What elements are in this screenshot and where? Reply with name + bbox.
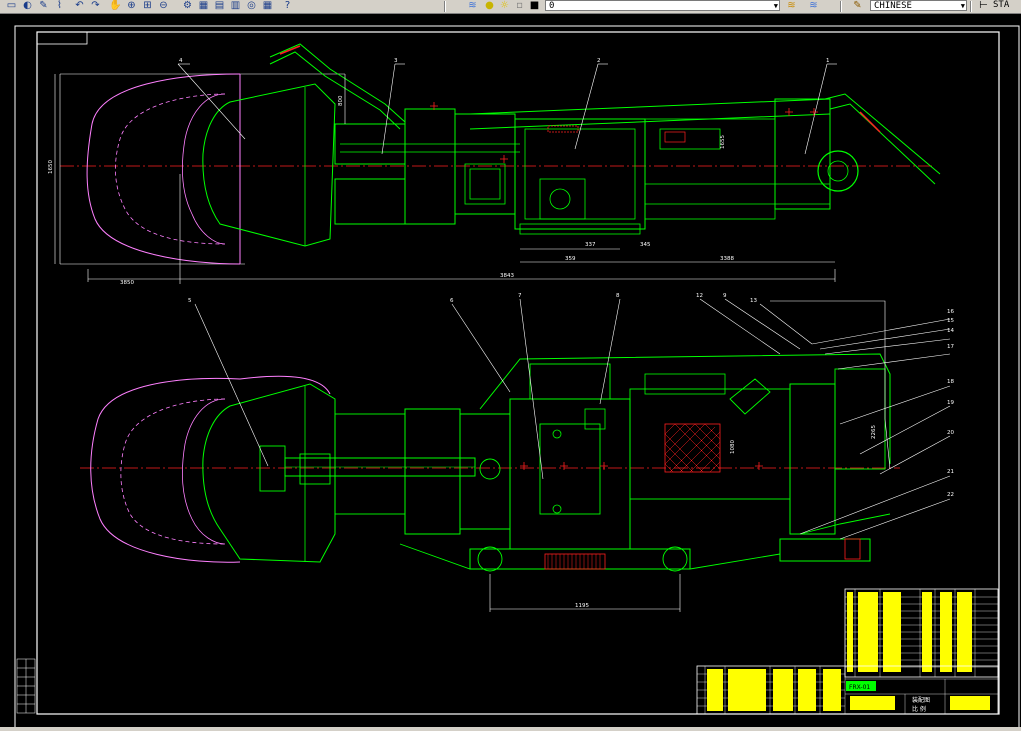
dim-style-icon[interactable]: ⊢ [976, 0, 991, 12]
part-number: 3 [394, 58, 398, 64]
label-ratio: 比 例 [912, 705, 926, 713]
part-number: 7 [518, 293, 522, 299]
dimension-text: 1080 [730, 440, 736, 454]
zoom-previous-icon[interactable]: ⊖ [156, 0, 171, 12]
layer-dropdown[interactable]: 0 ▼ [545, 0, 780, 11]
part-number: 14 [947, 328, 954, 334]
pan-icon[interactable]: ✋ [108, 0, 123, 12]
dimension-text: 337 [585, 242, 596, 248]
toolbar-separator [970, 1, 972, 12]
text-style-value: CHINESE [874, 1, 912, 11]
sheet-set-icon[interactable]: ▥ [228, 0, 243, 12]
part-number: 16 [947, 309, 954, 315]
dim-style-value[interactable]: STA [993, 0, 1009, 11]
markup-icon[interactable]: ◎ [244, 0, 259, 12]
dimension-text: 3843 [500, 273, 514, 279]
chevron-down-icon: ▼ [960, 2, 965, 10]
dimension-text: 800 [338, 95, 344, 106]
part-number: 1 [826, 58, 830, 64]
zoom-window-icon[interactable]: ⊞ [140, 0, 155, 12]
calculator-icon[interactable]: ▦ [260, 0, 275, 12]
part-number: 22 [947, 492, 954, 498]
properties-icon[interactable]: ⚙ [180, 0, 195, 12]
lock-icon[interactable]: ▫ [512, 0, 527, 12]
part-number: 12 [696, 293, 703, 299]
part-number: 13 [750, 298, 757, 304]
new-icon[interactable]: ▭ [4, 0, 19, 12]
layers-icon[interactable]: ≋ [465, 0, 480, 12]
pencil-icon[interactable]: ✎ [36, 0, 51, 12]
part-number: 18 [947, 379, 954, 385]
layer-states-icon[interactable]: ≋ [806, 0, 821, 12]
open-icon[interactable]: ◐ [20, 0, 35, 12]
status-strip [0, 727, 1021, 731]
color-icon[interactable]: ■ [527, 0, 542, 12]
part-number: 19 [947, 400, 954, 406]
part-number: 20 [947, 430, 954, 436]
drawing-code: FRX-01 [849, 684, 870, 691]
chevron-down-icon: ▼ [773, 2, 778, 10]
part-number: 17 [947, 344, 954, 350]
part-number: 4 [179, 58, 183, 64]
layer-previous-icon[interactable]: ≋ [784, 0, 799, 12]
tool-palette-icon[interactable]: ▤ [212, 0, 227, 12]
dimension-text: 1655 [720, 135, 726, 149]
dimension-text: 1650 [48, 160, 54, 174]
help-icon[interactable]: ? [280, 0, 295, 12]
text-style-icon[interactable]: ✎ [850, 0, 865, 12]
undo-icon[interactable]: ↶ [72, 0, 87, 12]
text-style-dropdown[interactable]: CHINESE ▼ [870, 0, 967, 11]
drawing-canvas[interactable]: 4 3 2 1 3850 1650 337 345 359 3388 3843 … [0, 14, 1021, 731]
brush-icon[interactable]: ⌇ [52, 0, 67, 12]
bulb-icon[interactable]: ● [482, 0, 497, 12]
redo-icon[interactable]: ↷ [88, 0, 103, 12]
zoom-realtime-icon[interactable]: ⊕ [124, 0, 139, 12]
dimension-text: 3388 [720, 256, 734, 262]
dimension-text: 3850 [120, 280, 134, 286]
part-number: 2 [597, 58, 601, 64]
standard-toolbar: ▭ ◐ ✎ ⌇ ↶ ↷ ✋ ⊕ ⊞ ⊖ ⚙ ▦ ▤ ▥ ◎ ▦? ≋ ● ☼ ▫ ■ 0 ▼ ≋ ≋ ✎ CH… [0, 0, 1021, 14]
part-number: 8 [616, 293, 620, 299]
label-assembly: 装配图 [912, 696, 930, 704]
dimension-text: 1195 [575, 603, 589, 609]
part-number: 9 [723, 293, 727, 299]
dimension-text: 359 [565, 256, 576, 262]
part-number: 21 [947, 469, 954, 475]
part-number: 15 [947, 318, 954, 324]
part-number: 5 [188, 298, 192, 304]
sun-icon[interactable]: ☼ [497, 0, 512, 12]
toolbar-separator [444, 1, 446, 12]
part-number: 6 [450, 298, 454, 304]
dimension-text: 345 [640, 242, 651, 248]
toolbar-separator [840, 1, 842, 12]
layer-dropdown-value: 0 [549, 1, 555, 11]
dimension-text: 2265 [871, 425, 877, 439]
design-center-icon[interactable]: ▦ [196, 0, 211, 12]
